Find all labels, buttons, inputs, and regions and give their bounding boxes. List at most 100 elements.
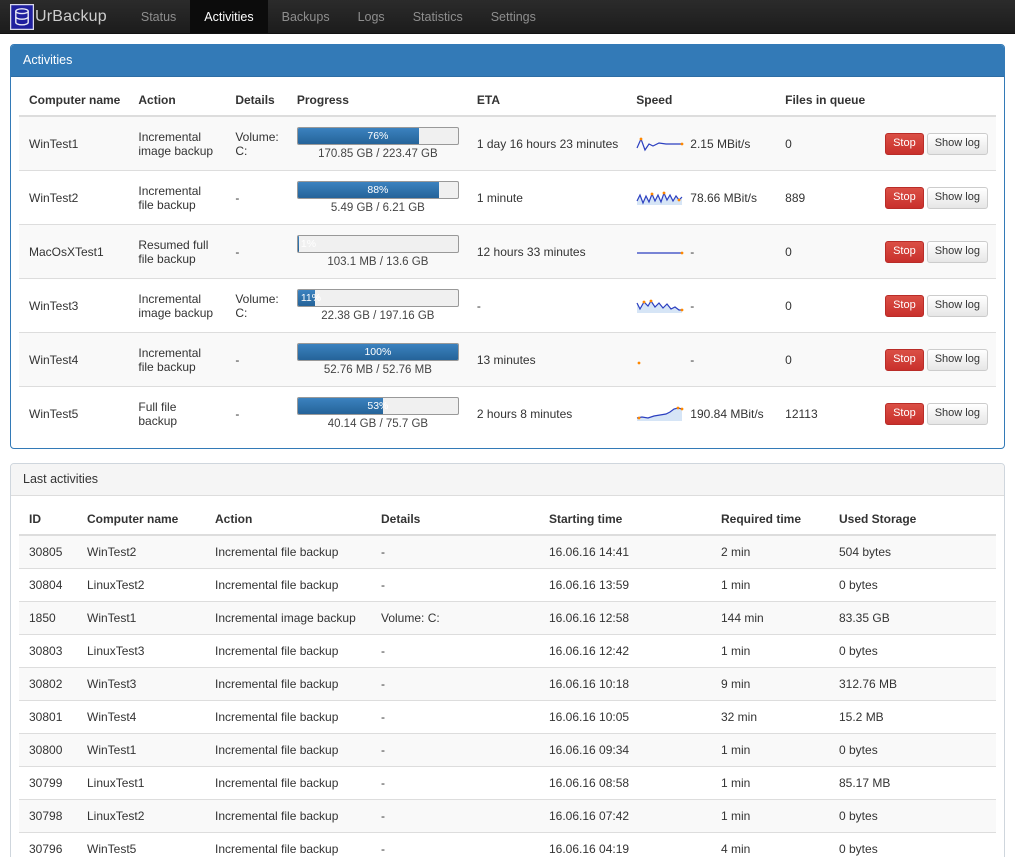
- starting-time-text: 16.06.16 12:58: [549, 611, 629, 625]
- files-in-queue-text: 0: [785, 137, 792, 151]
- id-text: 30804: [29, 578, 62, 592]
- col-header-row-actions: [875, 85, 996, 116]
- row-action-buttons: StopShow log: [885, 244, 988, 258]
- starting-time-text: 16.06.16 08:58: [549, 776, 629, 790]
- details-text: -: [381, 644, 385, 658]
- cell-action: Incremental image backup: [128, 279, 225, 333]
- speed-sparkline-icon: [636, 297, 684, 314]
- stop-button[interactable]: Stop: [885, 241, 924, 263]
- details-text: Volume: C:: [235, 130, 278, 158]
- row-action-buttons: StopShow log: [885, 190, 988, 204]
- nav-item-statistics[interactable]: Statistics: [399, 0, 477, 33]
- stop-button[interactable]: Stop: [885, 349, 924, 371]
- cell-details: Volume: C:: [371, 602, 539, 635]
- cell-details: -: [225, 387, 287, 441]
- id-text: 1850: [29, 611, 56, 625]
- progress-amount-label: 170.85 GB / 223.47 GB: [297, 148, 459, 160]
- computer-name-text: WinTest4: [87, 710, 136, 724]
- computer-name-text: WinTest3: [87, 677, 136, 691]
- cell-details: -: [371, 668, 539, 701]
- show-log-button[interactable]: Show log: [927, 133, 988, 155]
- cell-computer-name: WinTest1: [77, 602, 205, 635]
- cell-row-actions: StopShow log: [875, 279, 996, 333]
- table-row: WinTest3 Incremental image backup Volume…: [19, 279, 996, 333]
- required-time-text: 4 min: [721, 842, 750, 856]
- cell-required-time: 1 min: [711, 800, 829, 833]
- show-log-button[interactable]: Show log: [927, 403, 988, 425]
- id-text: 30803: [29, 644, 62, 658]
- stop-button[interactable]: Stop: [885, 133, 924, 155]
- stop-button[interactable]: Stop: [885, 187, 924, 209]
- used-storage-text: 0 bytes: [839, 578, 878, 592]
- speed-cell: -: [636, 297, 767, 314]
- cell-starting-time: 16.06.16 10:18: [539, 668, 711, 701]
- cell-starting-time: 16.06.16 09:34: [539, 734, 711, 767]
- id-text: 30799: [29, 776, 62, 790]
- cell-details: -: [225, 171, 287, 225]
- action-text: Incremental file backup: [215, 743, 338, 757]
- show-log-button[interactable]: Show log: [927, 241, 988, 263]
- cell-id: 30804: [19, 569, 77, 602]
- progress-bar-track: 100%: [297, 343, 459, 361]
- cell-required-time: 144 min: [711, 602, 829, 635]
- files-in-queue-text: 0: [785, 245, 792, 259]
- nav-item-settings[interactable]: Settings: [477, 0, 550, 33]
- cell-computer-name: WinTest3: [19, 279, 128, 333]
- progress-bar-track: 1%: [297, 235, 459, 253]
- speed-cell: 78.66 MBit/s: [636, 189, 767, 206]
- show-log-button[interactable]: Show log: [927, 295, 988, 317]
- cell-used-storage: 504 bytes: [829, 535, 996, 569]
- cell-speed: -: [626, 225, 775, 279]
- nav-item-backups[interactable]: Backups: [268, 0, 344, 33]
- cell-action: Incremental file backup: [205, 635, 371, 668]
- nav-item-logs[interactable]: Logs: [344, 0, 399, 33]
- cell-used-storage: 0 bytes: [829, 734, 996, 767]
- cell-progress: 11% 22.38 GB / 197.16 GB: [287, 279, 467, 333]
- action-text: Incremental file backup: [215, 545, 338, 559]
- cell-row-actions: StopShow log: [875, 387, 996, 441]
- computer-name-text: WinTest1: [87, 611, 136, 625]
- cell-progress: 76% 170.85 GB / 223.47 GB: [287, 116, 467, 171]
- nav-item-activities[interactable]: Activities: [190, 0, 267, 33]
- progress-wrap: 100% 52.76 MB / 52.76 MB: [297, 343, 459, 376]
- action-text: Incremental file backup: [138, 346, 201, 374]
- speed-text: 190.84 MBit/s: [690, 407, 763, 421]
- table-row: 30805 WinTest2 Incremental file backup -…: [19, 535, 996, 569]
- cell-id: 30805: [19, 535, 77, 569]
- cell-details: -: [225, 225, 287, 279]
- stop-button[interactable]: Stop: [885, 403, 924, 425]
- cell-files-in-queue: 0: [775, 225, 875, 279]
- used-storage-text: 504 bytes: [839, 545, 891, 559]
- computer-name-text: LinuxTest1: [87, 776, 144, 790]
- speed-text: 78.66 MBit/s: [690, 191, 757, 205]
- action-text: Incremental image backup: [215, 611, 356, 625]
- details-text: -: [381, 809, 385, 823]
- cell-computer-name: LinuxTest2: [77, 800, 205, 833]
- last-activities-header-row: ID Computer name Action Details Starting…: [19, 504, 996, 535]
- last-activities-panel-body: ID Computer name Action Details Starting…: [11, 496, 1004, 857]
- cell-eta: -: [467, 279, 626, 333]
- eta-text: 12 hours 33 minutes: [477, 245, 586, 259]
- progress-bar-fill: 1%: [298, 236, 300, 252]
- files-in-queue-text: 12113: [785, 407, 817, 421]
- col-header-id: ID: [19, 504, 77, 535]
- stop-button[interactable]: Stop: [885, 295, 924, 317]
- cell-action: Incremental image backup: [128, 116, 225, 171]
- action-text: Incremental image backup: [138, 292, 213, 320]
- show-log-button[interactable]: Show log: [927, 349, 988, 371]
- cell-details: -: [371, 635, 539, 668]
- progress-percent-label: 53%: [298, 398, 458, 414]
- cell-id: 30799: [19, 767, 77, 800]
- computer-name-text: LinuxTest2: [87, 809, 144, 823]
- show-log-button[interactable]: Show log: [927, 187, 988, 209]
- top-navbar: UrBackup Status Activities Backups Logs …: [0, 0, 1015, 34]
- progress-amount-label: 40.14 GB / 75.7 GB: [297, 418, 459, 430]
- nav-item-status[interactable]: Status: [127, 0, 190, 33]
- cell-files-in-queue: 0: [775, 333, 875, 387]
- brand-logo-link[interactable]: UrBackup: [0, 0, 117, 33]
- progress-bar-track: 53%: [297, 397, 459, 415]
- cell-eta: 2 hours 8 minutes: [467, 387, 626, 441]
- cell-id: 30802: [19, 668, 77, 701]
- cell-action: Incremental file backup: [205, 800, 371, 833]
- table-row: 1850 WinTest1 Incremental image backup V…: [19, 602, 996, 635]
